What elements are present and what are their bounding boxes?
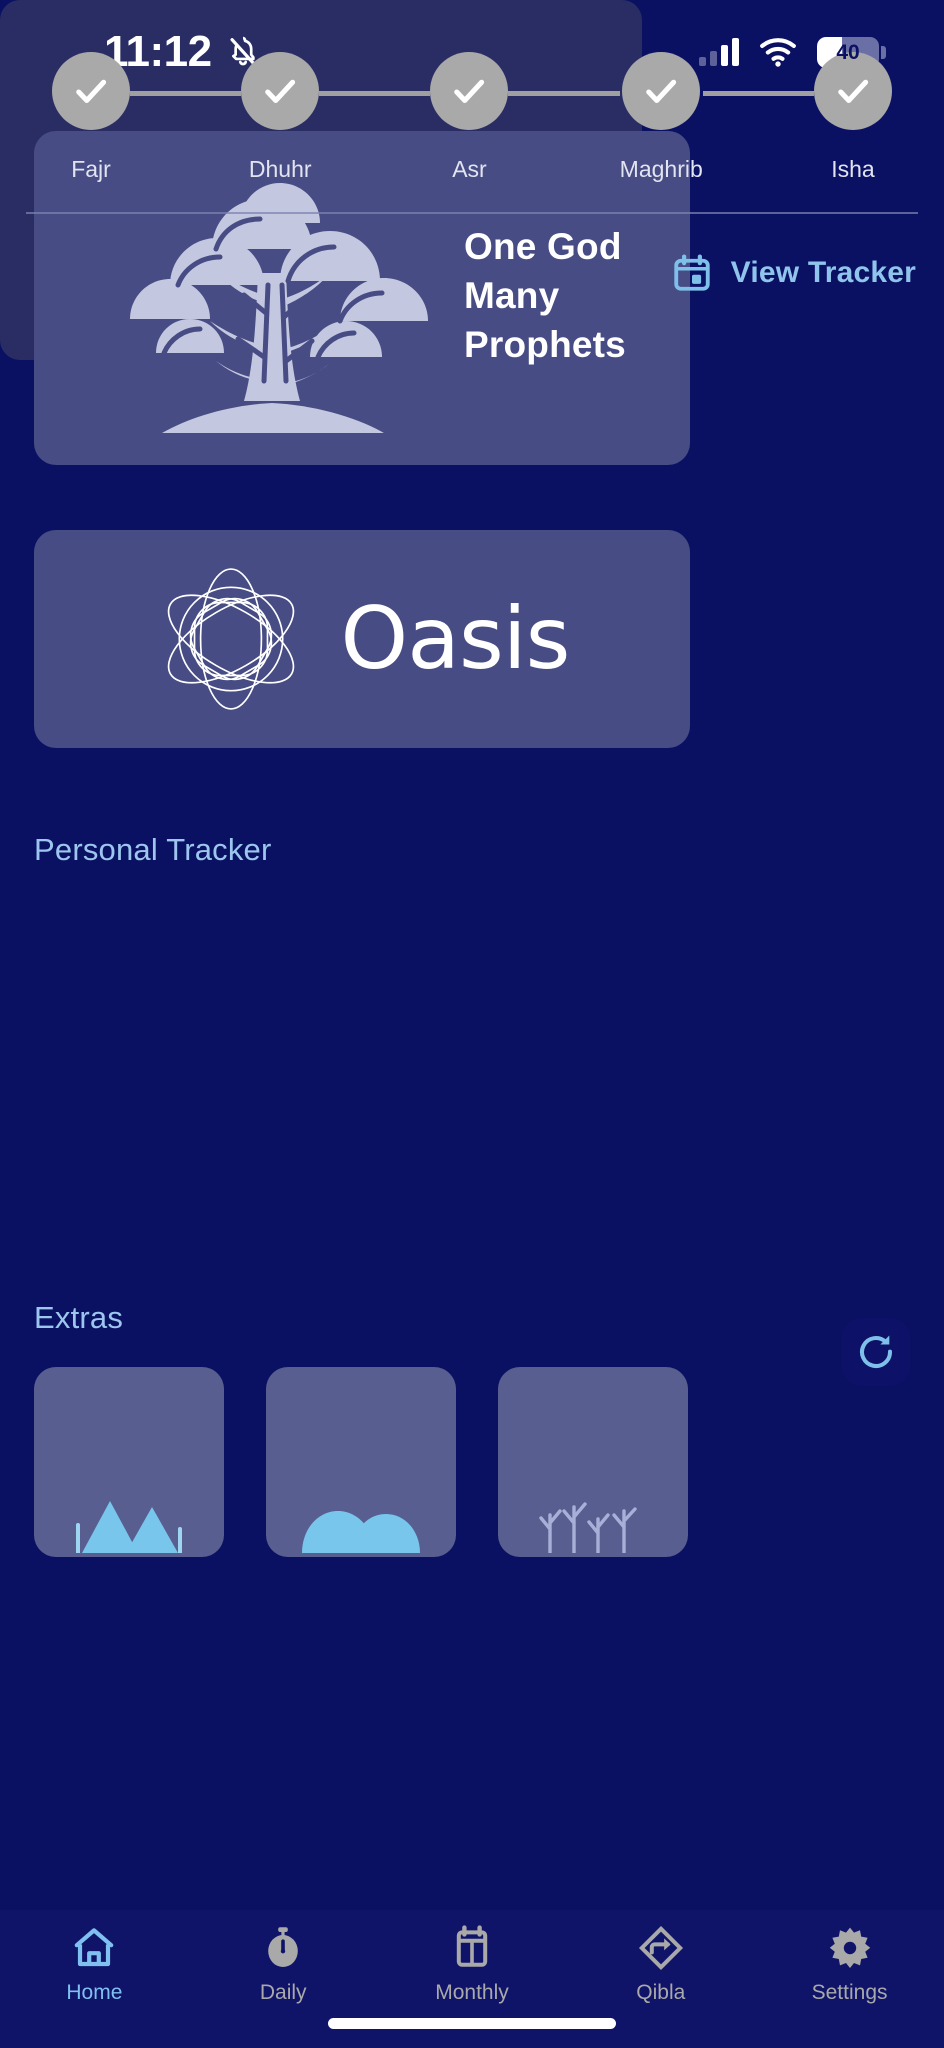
refresh-icon — [860, 1335, 893, 1369]
view-tracker-label: View Tracker — [730, 256, 916, 289]
calendar-month-icon — [456, 1925, 488, 1967]
check-icon — [646, 79, 677, 103]
check-icon — [76, 79, 107, 103]
gear-icon — [829, 1927, 870, 1968]
refresh-button[interactable] — [842, 1318, 910, 1386]
nav-label: Qibla — [636, 1981, 686, 2004]
prayer-check-circle[interactable] — [813, 52, 892, 130]
prayer-check-circle[interactable] — [241, 52, 320, 130]
prayer-progress-row: Fajr Dhuhr Asr Maghrib Isha — [0, 52, 944, 183]
prayer-check-circle[interactable] — [430, 52, 509, 130]
nav-item-settings[interactable]: Settings — [780, 1924, 920, 2005]
extras-heading: Extras — [34, 1300, 124, 1335]
brand-name: Oasis — [340, 589, 571, 689]
extras-card-mountains[interactable] — [34, 1367, 224, 1557]
prayer-label: Isha — [831, 156, 875, 182]
prayer-connector — [319, 91, 431, 96]
oasis-mandala-icon — [167, 568, 294, 710]
prayer-connector — [702, 91, 814, 96]
prayer-step-isha[interactable]: Isha — [813, 52, 892, 183]
prayer-label: Asr — [452, 156, 487, 182]
prayer-label: Fajr — [71, 156, 111, 182]
nav-item-monthly[interactable]: Monthly — [402, 1924, 542, 2005]
prayer-step-maghrib[interactable]: Maghrib — [620, 52, 703, 183]
prayer-check-circle[interactable] — [52, 52, 130, 130]
battery-level: 40 — [836, 40, 860, 64]
nav-item-qibla[interactable]: Qibla — [591, 1924, 731, 2005]
tracker-divider — [26, 212, 918, 214]
hero-line-1: One God — [464, 226, 622, 267]
nav-label: Settings — [811, 1981, 888, 2004]
nav-label: Daily — [259, 1981, 307, 2004]
app-screen: 11:12 40 One God Many Prophets Oasis Per… — [0, 0, 944, 2048]
check-icon — [838, 79, 869, 103]
personal-tracker-heading: Personal Tracker — [34, 832, 272, 867]
prayer-check-circle[interactable] — [622, 52, 701, 130]
prayer-step-fajr[interactable]: Fajr — [52, 52, 130, 183]
prayer-label: Maghrib — [619, 156, 703, 182]
tree-icon — [130, 183, 428, 433]
prayer-step-dhuhr[interactable]: Dhuhr — [241, 52, 320, 183]
nav-item-home[interactable]: Home — [24, 1924, 164, 2005]
check-icon — [265, 79, 296, 103]
prayer-label: Dhuhr — [248, 156, 312, 182]
mountains-icon — [76, 1501, 182, 1553]
nav-item-daily[interactable]: Daily — [213, 1924, 353, 2005]
extras-card-coral[interactable] — [498, 1367, 688, 1557]
hero-line-2: Many — [464, 274, 560, 316]
hero-line-3: Prophets — [464, 323, 626, 365]
nav-label: Home — [66, 1981, 123, 2004]
qibla-direction-icon — [638, 1925, 683, 1971]
stopwatch-icon — [268, 1927, 298, 1967]
nav-label: Monthly — [435, 1981, 509, 2004]
extras-card-hills[interactable] — [266, 1367, 456, 1557]
home-indicator[interactable] — [328, 2018, 616, 2029]
prayer-step-asr[interactable]: Asr — [430, 52, 509, 183]
hero-tagline: One God Many Prophets — [464, 223, 626, 369]
calendar-icon — [673, 254, 710, 291]
prayer-connector — [130, 91, 242, 96]
view-tracker-link[interactable]: View Tracker — [671, 252, 916, 294]
home-icon — [75, 1928, 114, 1967]
hills-icon — [302, 1511, 420, 1553]
coral-icon — [539, 1502, 637, 1553]
check-icon — [454, 79, 485, 103]
brand-card[interactable]: Oasis — [34, 530, 690, 748]
prayer-connector — [508, 91, 620, 96]
